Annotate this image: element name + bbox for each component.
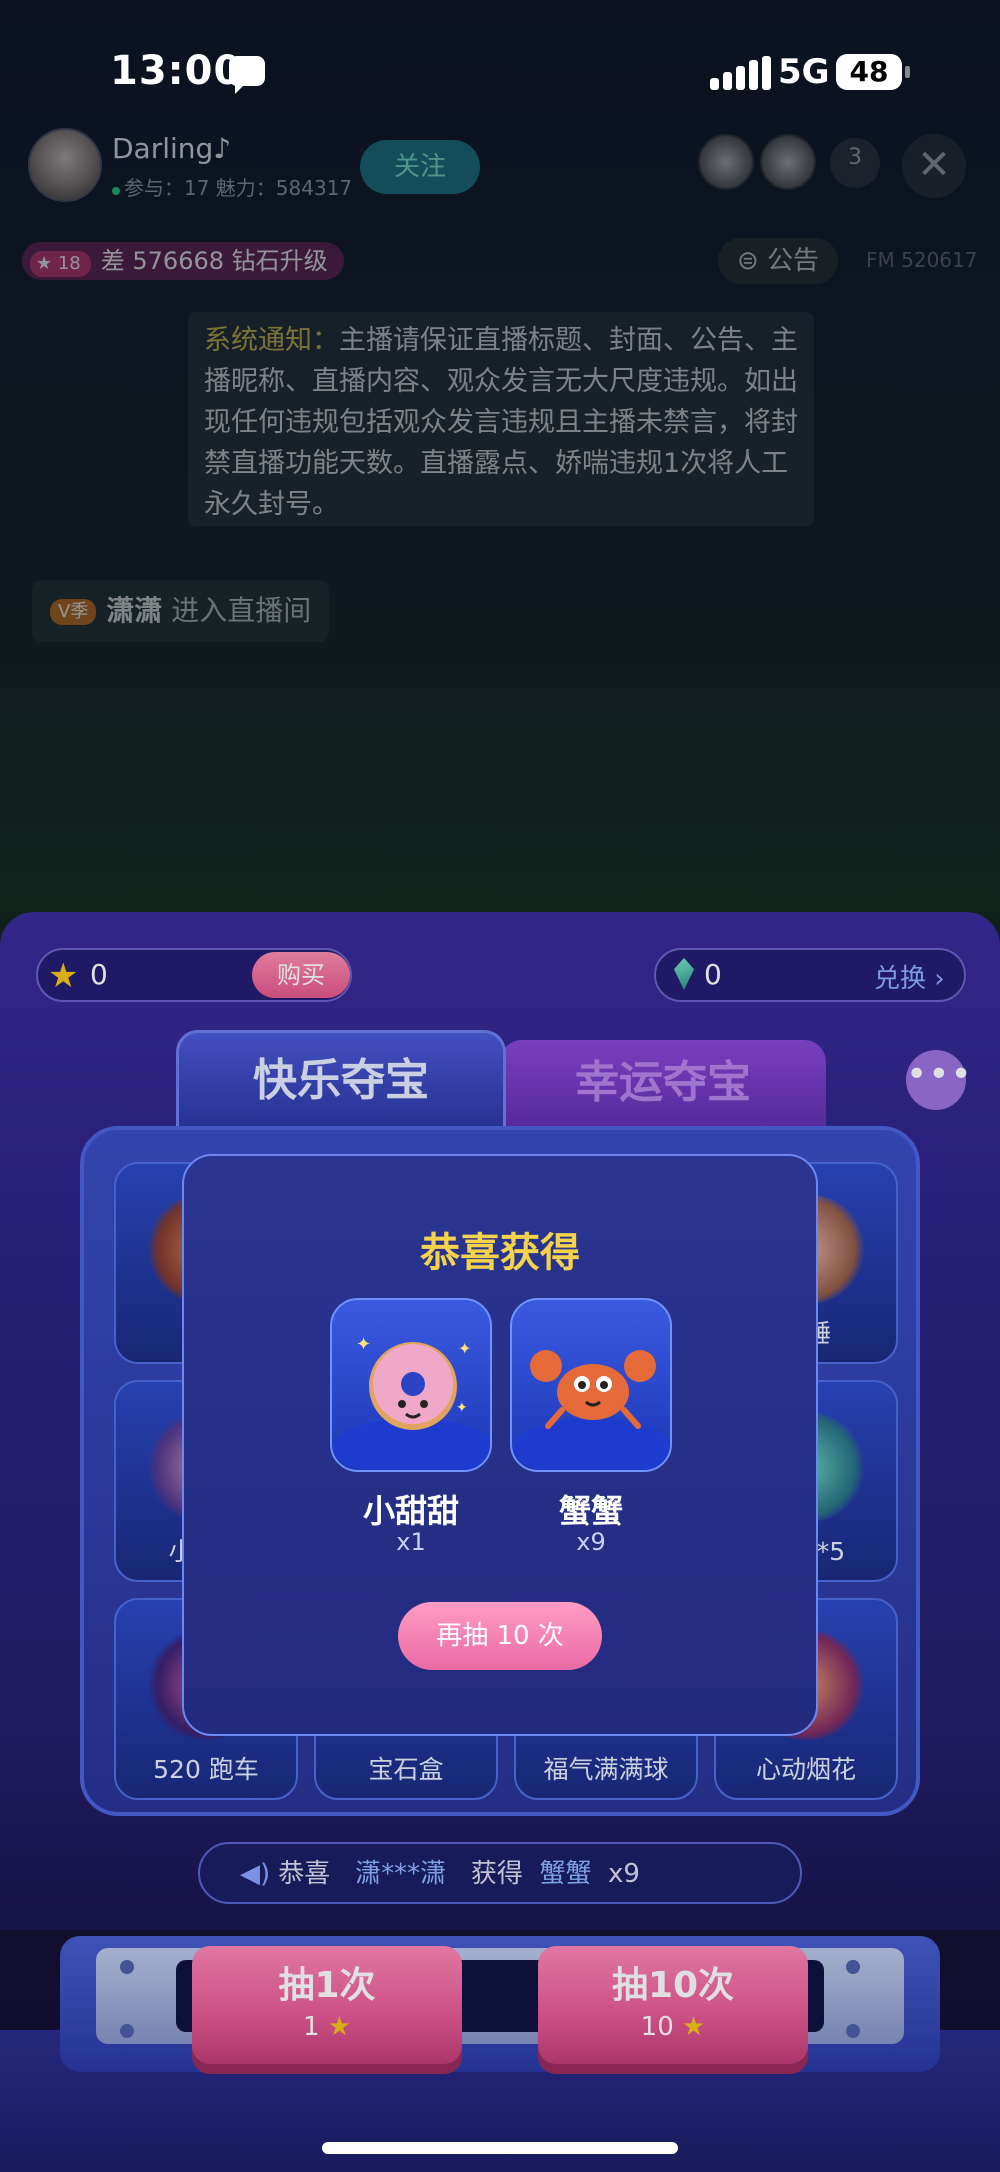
message-notification-icon (229, 56, 265, 94)
reward-card-donut: ✦ ✦ ✦ (330, 1298, 492, 1472)
fm-number: FM 520617 (866, 248, 978, 272)
level-progress-badge[interactable]: ★ 18 差 576668 钻石升级 (22, 242, 344, 280)
host-name[interactable]: Darling♪ (112, 132, 231, 165)
notice-label: 系统通知： (204, 325, 339, 356)
enter-room-message: V季 潇潇 进入直播间 (32, 580, 329, 642)
host-stats: 参与：17 魅力：584317 (112, 172, 352, 201)
system-notice: 系统通知：主播请保证直播标题、封面、公告、主播昵称、直播内容、观众发言无大尺度违… (188, 312, 814, 526)
follow-button[interactable]: 关注 (360, 140, 480, 194)
crab-icon (513, 1350, 670, 1470)
online-dot-icon (112, 187, 120, 195)
svg-text:✦: ✦ (356, 1334, 371, 1355)
host-avatar[interactable] (28, 128, 102, 202)
reward-name: 小甜甜 (362, 1492, 459, 1530)
enter-action-text: 进入直播间 (171, 594, 312, 627)
reward-name: 蟹蟹 (558, 1492, 623, 1530)
viewer-count[interactable]: 3 (830, 138, 880, 188)
network-type: 5G (778, 52, 830, 92)
home-indicator[interactable] (322, 2142, 678, 2154)
viewer-avatar[interactable] (760, 134, 816, 190)
svg-text:✦: ✦ (456, 1400, 468, 1416)
reward-quantity: x9 (576, 1528, 606, 1556)
announcement-button[interactable]: ⊜ 公告 (718, 238, 838, 284)
donut-icon: ✦ ✦ ✦ (333, 1334, 490, 1470)
level-badge: ★ 18 (30, 251, 91, 277)
reward-quantity: x1 (396, 1528, 426, 1556)
viewer-avatar[interactable] (698, 134, 754, 190)
entering-user[interactable]: 潇潇 (106, 594, 162, 627)
cellular-signal-icon (710, 56, 772, 90)
vip-badge: V季 (50, 599, 97, 625)
status-time: 13:00 (110, 48, 243, 94)
draw-again-button[interactable]: 再抽 10 次 (398, 1602, 602, 1670)
host-stats-text: 参与：17 魅力：584317 (124, 176, 353, 200)
battery-icon: 48 (836, 54, 910, 90)
svg-text:✦: ✦ (458, 1339, 471, 1358)
close-button[interactable]: ✕ (902, 134, 966, 198)
reward-card-crab (510, 1298, 672, 1472)
reward-modal-title: 恭喜获得 (420, 1230, 580, 1276)
level-text: 差 576668 钻石升级 (100, 247, 328, 275)
